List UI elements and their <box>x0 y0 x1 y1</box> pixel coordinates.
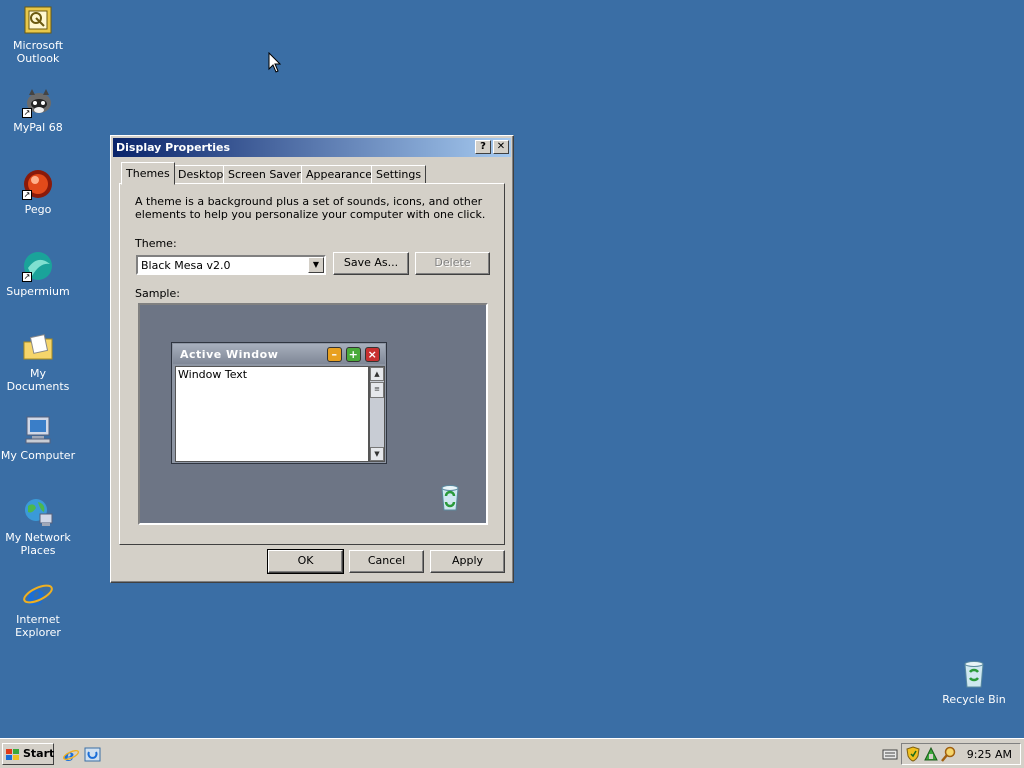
taskbar: Start e 9:25 AM <box>0 738 1024 768</box>
keyboard-icon[interactable] <box>882 747 898 761</box>
recycle-bin-icon <box>958 658 990 690</box>
desktop-icon-label: Microsoft Outlook <box>12 39 64 65</box>
maximize-icon: + <box>346 347 361 362</box>
dialog-title: Display Properties <box>116 141 231 154</box>
desktop-icon-label: Recycle Bin <box>942 693 1006 706</box>
desktop-icon-label: My Documents <box>6 367 70 393</box>
windows-logo-icon <box>6 748 20 760</box>
desktop-icon-label: Pego <box>24 203 52 216</box>
internet-explorer-icon: e <box>22 578 54 612</box>
chevron-down-icon[interactable]: ▼ <box>308 257 324 273</box>
sample-window-text: Window Text <box>178 368 248 381</box>
outlook-icon <box>22 4 54 36</box>
mouse-cursor-icon <box>268 51 282 77</box>
sample-window-title: Active Window – + × <box>173 344 385 364</box>
search-icon[interactable] <box>941 746 957 762</box>
network-globe-icon <box>22 496 54 528</box>
help-button[interactable]: ? <box>475 140 491 154</box>
security-shield-icon[interactable] <box>905 746 921 762</box>
shortcut-arrow-icon: ↗ <box>22 272 32 282</box>
desktop-icon-outlook[interactable]: Microsoft Outlook <box>0 4 76 65</box>
shortcut-arrow-icon: ↗ <box>22 108 32 118</box>
raccoon-icon: ↗ <box>22 86 54 118</box>
tab-settings[interactable]: Settings <box>371 165 427 184</box>
minimize-icon: – <box>327 347 342 362</box>
sample-window-body: Window Text <box>175 366 369 462</box>
sample-scrollbar: ▲ ≡ ▼ <box>369 366 385 462</box>
theme-select-value: Black Mesa v2.0 <box>141 259 231 272</box>
delete-button[interactable]: Delete <box>415 252 490 275</box>
dialog-titlebar[interactable]: Display Properties ? ✕ <box>113 138 511 157</box>
computer-icon <box>22 414 54 446</box>
desktop-icon-my-documents[interactable]: My Documents <box>0 332 76 393</box>
quicklaunch-ie-icon[interactable]: e <box>62 746 80 765</box>
desktop-icon-mypal[interactable]: ↗ MyPal 68 <box>0 86 76 134</box>
sample-active-window: Active Window – + × Window Text ▲ ≡ ▼ <box>171 342 387 464</box>
close-button[interactable]: ✕ <box>493 140 509 154</box>
tab-desktop[interactable]: Desktop <box>173 165 229 184</box>
theme-label: Theme: <box>135 237 177 250</box>
ok-button[interactable]: OK <box>267 549 344 574</box>
tab-screen-saver[interactable]: Screen Saver <box>223 165 306 184</box>
start-label: Start <box>23 747 55 760</box>
quicklaunch-show-desktop-icon[interactable] <box>84 746 102 764</box>
close-icon: × <box>365 347 380 362</box>
desktop-icon-recycle-bin[interactable]: Recycle Bin <box>936 658 1012 706</box>
cancel-button[interactable]: Cancel <box>349 550 424 573</box>
supermium-icon: ↗ <box>22 250 54 282</box>
desktop-icon-label: Supermium <box>6 285 70 298</box>
svg-text:e: e <box>27 579 45 610</box>
pego-icon: ↗ <box>22 168 54 200</box>
shortcut-arrow-icon: ↗ <box>22 190 32 200</box>
tab-appearance[interactable]: Appearance <box>301 165 378 184</box>
desktop-icon-label: My Network Places <box>5 531 71 557</box>
scroll-down-icon: ▼ <box>370 447 384 461</box>
scroll-thumb: ≡ <box>370 382 384 398</box>
theme-sample-preview: Active Window – + × Window Text ▲ ≡ ▼ <box>138 303 488 525</box>
theme-select[interactable]: Black Mesa v2.0 ▼ <box>136 255 326 275</box>
desktop-icon-label: My Computer <box>0 449 76 462</box>
sample-label: Sample: <box>135 287 180 300</box>
display-properties-dialog: Display Properties ? ✕ Themes Desktop Sc… <box>110 135 514 583</box>
save-as-button[interactable]: Save As... <box>333 252 409 275</box>
desktop-icon-label: Internet Explorer <box>15 613 61 639</box>
themes-description: A theme is a background plus a set of so… <box>135 195 486 221</box>
folder-icon <box>22 332 54 364</box>
sample-window-title-text: Active Window <box>180 348 279 361</box>
system-tray: 9:25 AM <box>882 743 1021 765</box>
desktop-icon-supermium[interactable]: ↗ Supermium <box>0 250 76 298</box>
desktop-icon-network-places[interactable]: My Network Places <box>0 496 76 557</box>
scroll-up-icon: ▲ <box>370 367 384 381</box>
clock[interactable]: 9:25 AM <box>967 748 1012 761</box>
start-button[interactable]: Start <box>2 743 54 765</box>
desktop-icon-internet-explorer[interactable]: e Internet Explorer <box>0 578 76 639</box>
network-tray-icon[interactable] <box>923 746 939 762</box>
tab-themes[interactable]: Themes <box>121 162 175 185</box>
sample-recycle-bin-icon <box>436 483 464 516</box>
apply-button[interactable]: Apply <box>430 550 505 573</box>
desktop-icon-my-computer[interactable]: My Computer <box>0 414 76 462</box>
themes-tab-panel: A theme is a background plus a set of so… <box>119 183 505 545</box>
desktop-icon-pego[interactable]: ↗ Pego <box>0 168 76 216</box>
desktop-icon-label: MyPal 68 <box>13 121 63 134</box>
